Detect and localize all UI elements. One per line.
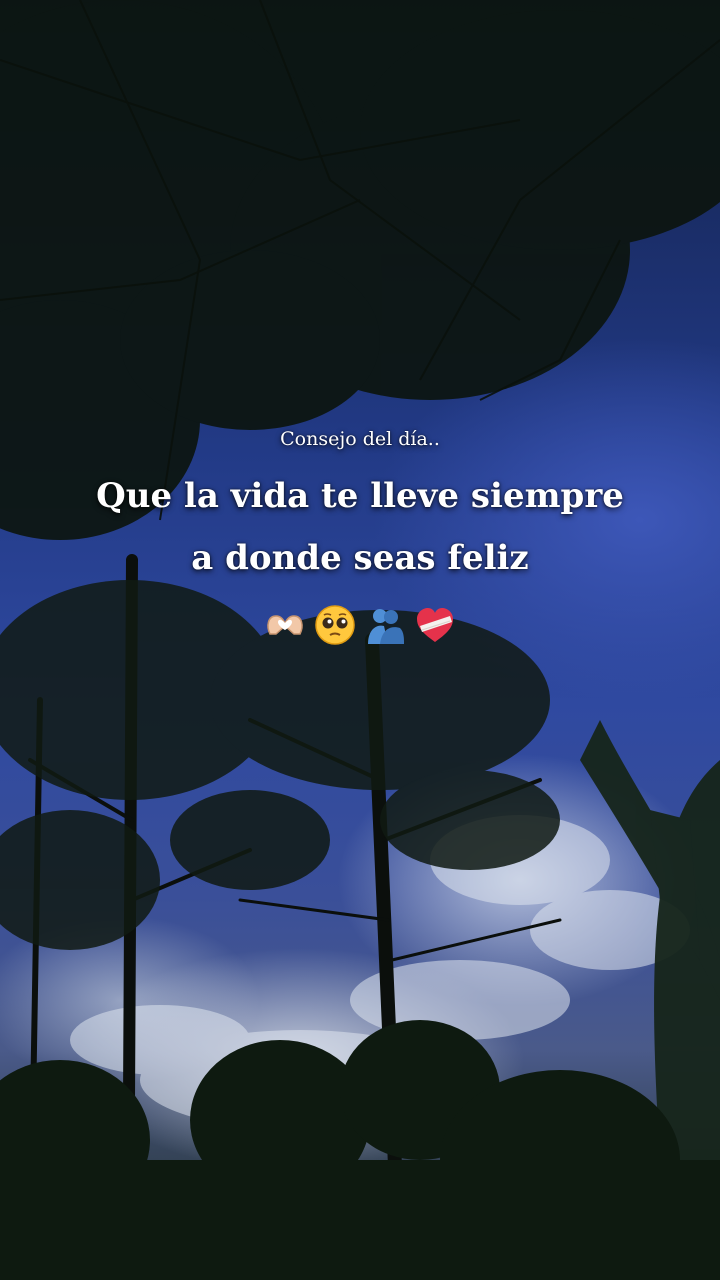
heart-hands-icon xyxy=(267,615,303,635)
emoji-row xyxy=(0,604,720,646)
subtitle-text: Consejo del día.. xyxy=(280,428,440,450)
photo-background: Consejo del día.. Que la vida te lleve s… xyxy=(0,0,720,1280)
pleading-face-icon xyxy=(315,605,355,645)
people-hugging-icon xyxy=(368,609,404,644)
pine-canopy-top xyxy=(0,0,720,540)
quote-line-2: a donde seas feliz xyxy=(191,538,529,578)
mending-heart-icon xyxy=(417,608,453,642)
quote-line-1: Que la vida te lleve siempre xyxy=(96,476,624,516)
